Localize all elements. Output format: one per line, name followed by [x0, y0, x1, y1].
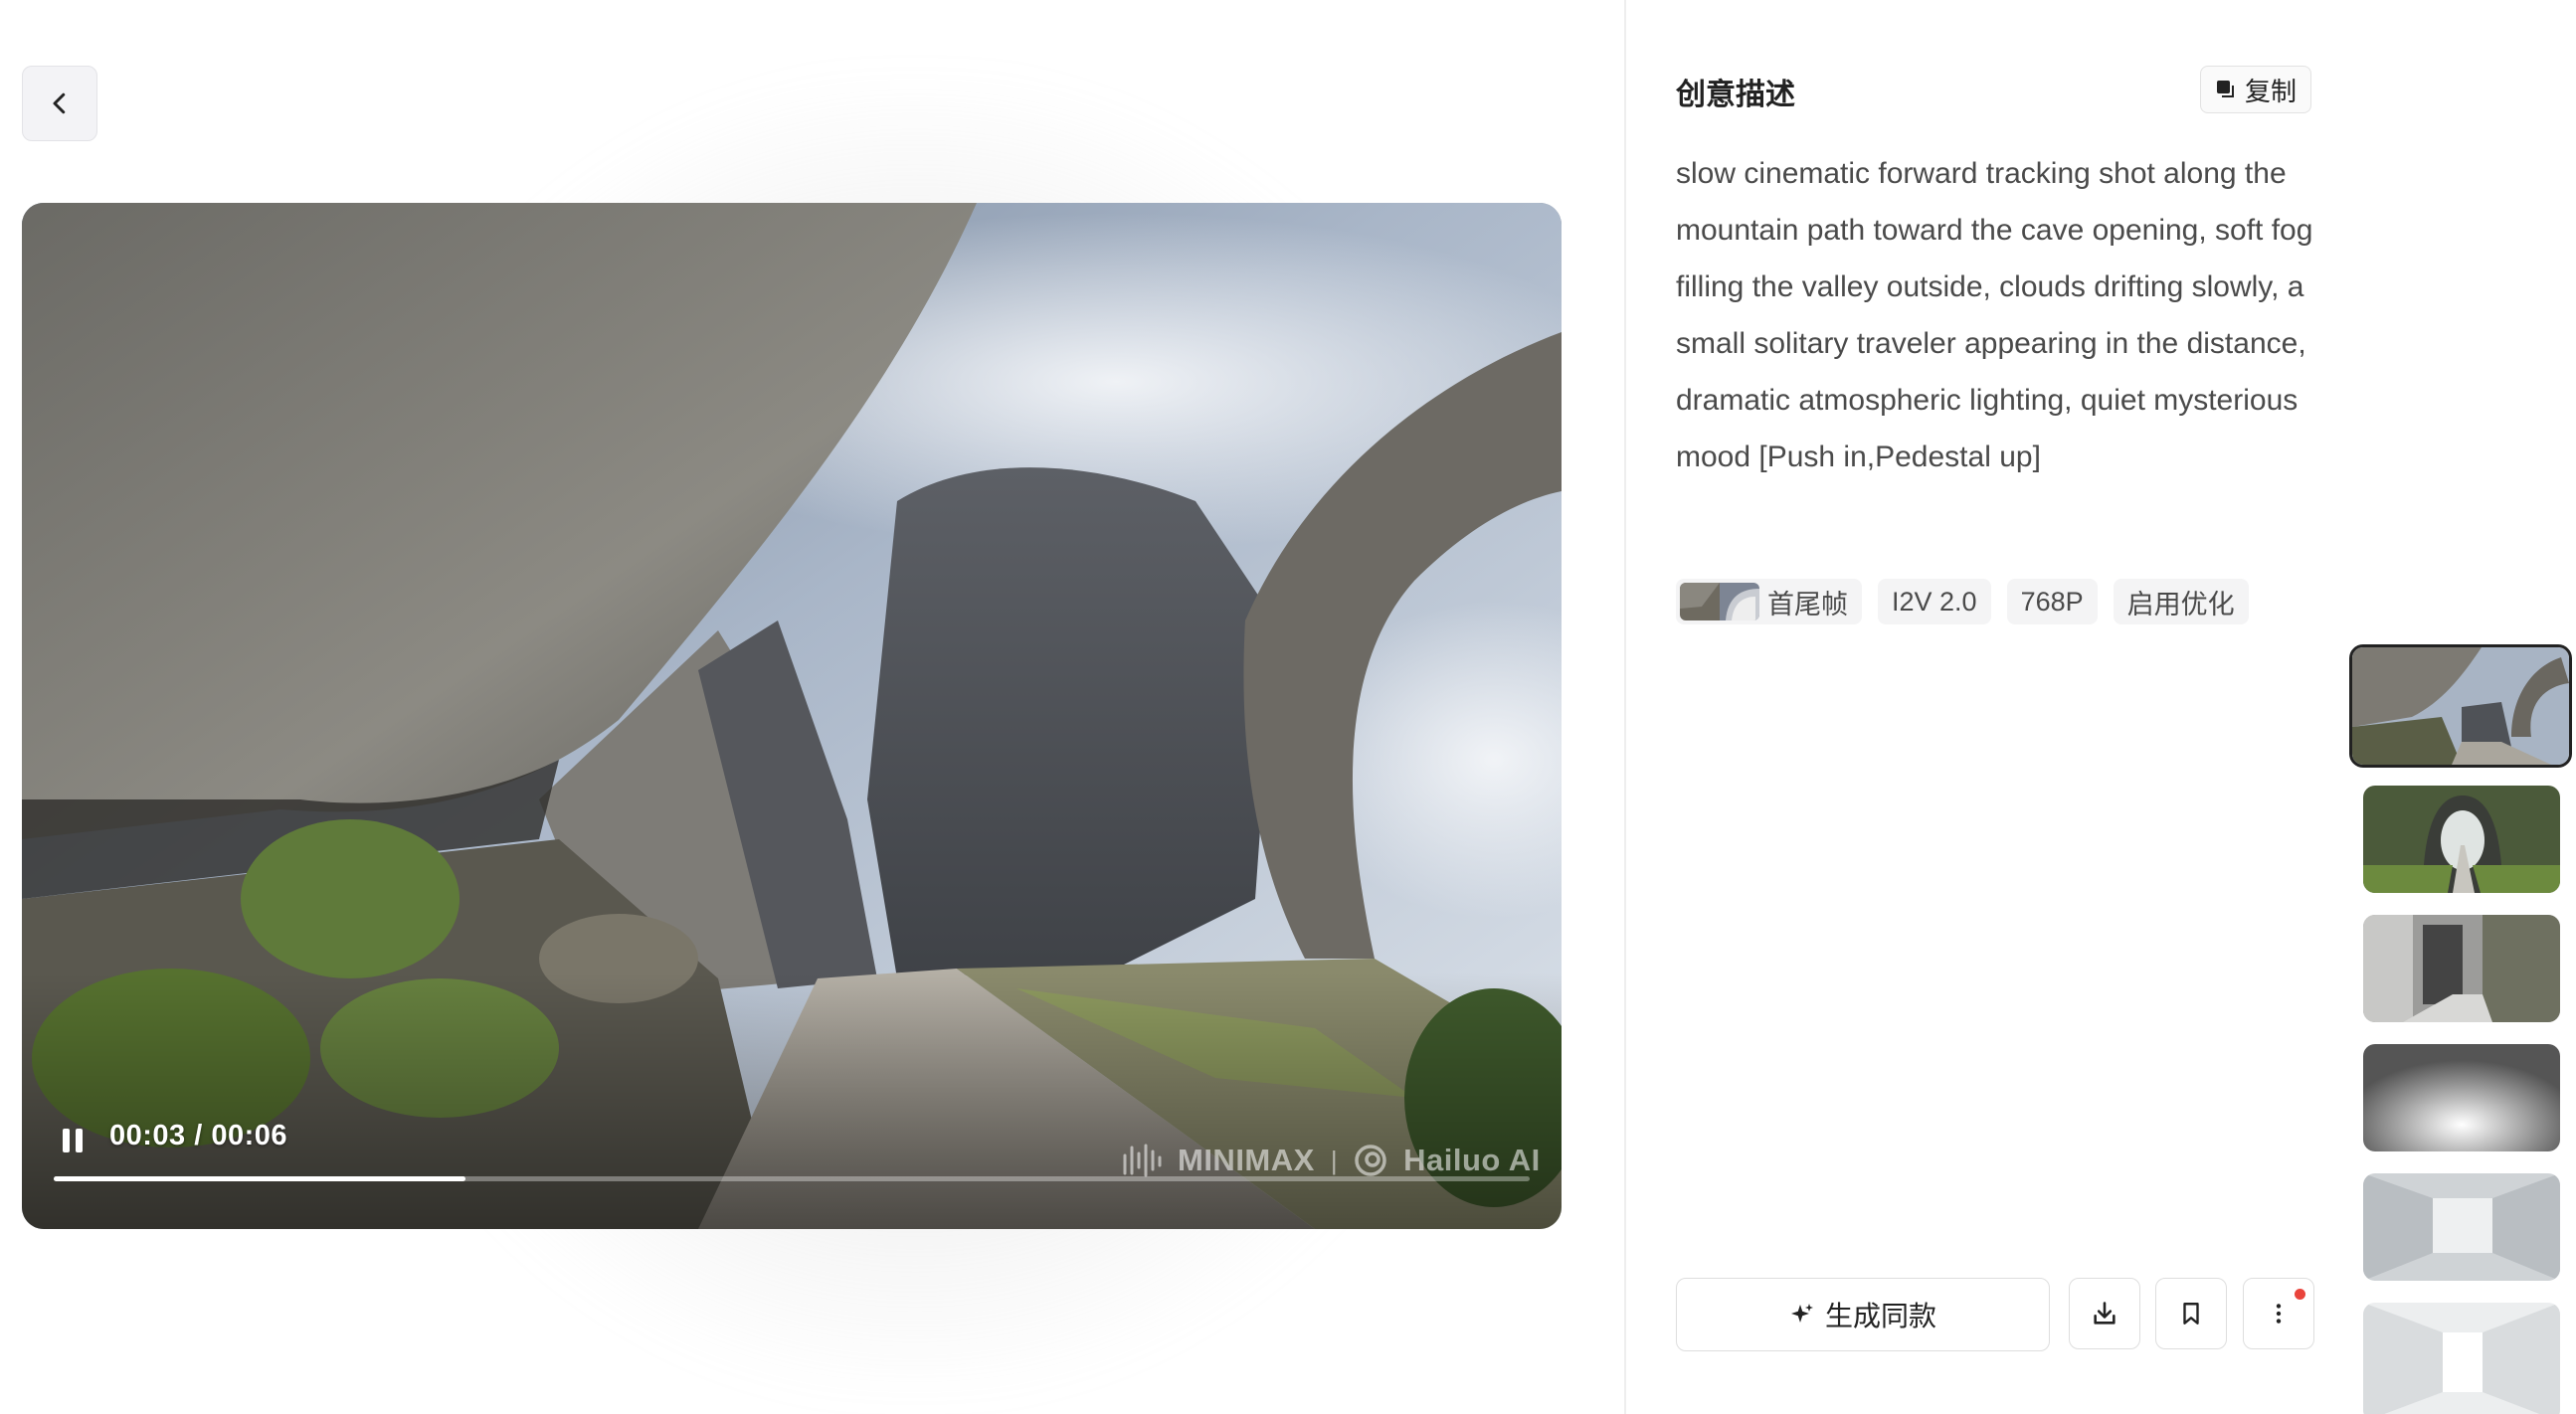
thumbnail-2[interactable]	[2363, 786, 2560, 893]
thumbnail-3[interactable]	[2363, 915, 2560, 1022]
chevron-left-icon	[53, 92, 66, 114]
watermark-hailuo: Hailuo AI	[1403, 1143, 1541, 1177]
download-icon	[2094, 1302, 2116, 1325]
more-button[interactable]	[2243, 1278, 2314, 1349]
panel-title: 创意描述	[1676, 79, 1795, 111]
back-button[interactable]	[22, 66, 97, 141]
tag-model: I2V 2.0	[1878, 579, 1991, 624]
video-player[interactable]: 00:03 / 00:06 MINIMAX | Hailuo AI	[22, 203, 1562, 1229]
progress-fill	[54, 1176, 466, 1181]
tag-resolution: 768P	[2006, 579, 2098, 624]
watermark-separator: |	[1330, 1145, 1339, 1175]
thumbnail-5[interactable]	[2363, 1173, 2560, 1281]
video-frame	[22, 203, 1562, 1229]
bookmark-icon	[2183, 1303, 2199, 1325]
copy-label: 复制	[2244, 76, 2297, 106]
thumbnail-1[interactable]	[2349, 644, 2572, 768]
tag-first-last-frame: 首尾帧	[1676, 579, 1862, 624]
prompt-text: slow cinematic forward tracking shot alo…	[1676, 157, 2313, 473]
waveform-logo-icon	[1123, 1144, 1162, 1177]
time-display: 00:03 / 00:06	[109, 1120, 288, 1151]
tag-label: 首尾帧	[1767, 589, 1848, 619]
video-stage: 00:03 / 00:06 MINIMAX | Hailuo AI	[0, 0, 1624, 1414]
thumbnail-6[interactable]	[2363, 1303, 2560, 1414]
thumbnail-4[interactable]	[2363, 1044, 2560, 1151]
generate-same-button[interactable]: 生成同款	[1676, 1278, 2050, 1351]
tag-optimization: 启用优化	[2113, 579, 2249, 624]
watermark-minimax: MINIMAX	[1178, 1143, 1315, 1177]
copy-button[interactable]: 复制	[2200, 66, 2311, 113]
thumbnail-strip	[2349, 644, 2576, 1414]
sparkle-icon	[1790, 1304, 1813, 1323]
tag-thumbnail	[1680, 583, 1759, 620]
copy-icon	[2216, 81, 2234, 97]
generate-label: 生成同款	[1824, 1301, 1936, 1331]
more-vertical-icon	[2276, 1304, 2282, 1324]
tag-row: 首尾帧 I2V 2.0 768P 启用优化	[1676, 579, 2249, 624]
hailuo-logo-icon	[1355, 1145, 1386, 1176]
download-button[interactable]	[2069, 1278, 2140, 1349]
pause-button[interactable]	[60, 1126, 90, 1155]
bookmark-button[interactable]	[2155, 1278, 2227, 1349]
notification-dot	[2295, 1289, 2305, 1300]
watermark: MINIMAX | Hailuo AI	[1122, 1143, 1541, 1178]
